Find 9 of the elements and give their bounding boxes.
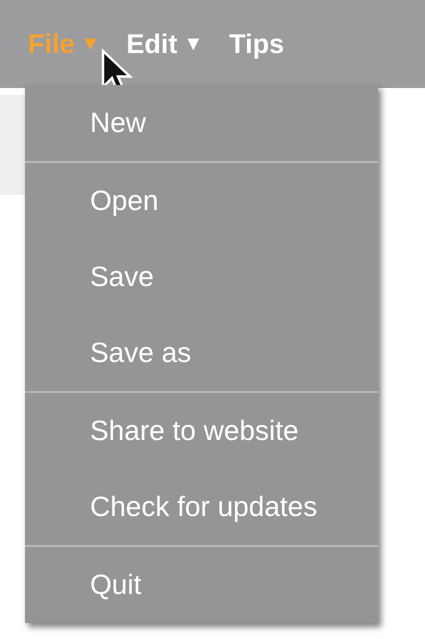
menu-item[interactable]: Save [25, 239, 378, 315]
menu-item[interactable]: New [25, 85, 378, 161]
menu-title[interactable]: Edit ▼ [126, 24, 204, 64]
menu-item[interactable]: Quit [25, 547, 378, 623]
menu-title[interactable]: Tips [229, 24, 284, 64]
menu-item[interactable]: Check for updates [25, 469, 378, 545]
menu-item[interactable]: Save as [25, 315, 378, 391]
menu-item[interactable]: Open [25, 163, 378, 239]
menu-item[interactable]: Share to website [25, 393, 378, 469]
